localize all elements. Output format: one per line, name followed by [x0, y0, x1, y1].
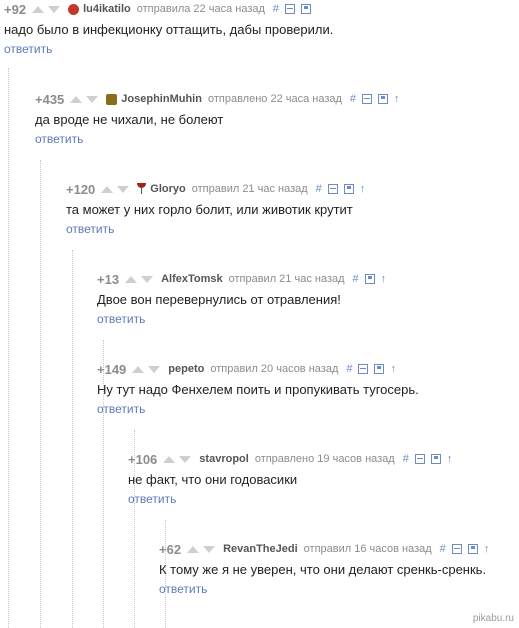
comment-author[interactable]: RevanTheJedi	[223, 543, 298, 555]
downvote-icon[interactable]	[117, 185, 130, 193]
reply-link[interactable]: ответить	[97, 312, 145, 326]
comment-time: отправлено 22 часа назад	[207, 93, 342, 105]
thread-line	[40, 160, 42, 628]
reply-link[interactable]: ответить	[97, 402, 145, 416]
comment-time: отправил 20 часов назад	[210, 363, 339, 375]
upvote-icon[interactable]	[132, 365, 145, 373]
comment-text: та может у них горло болит, или животик …	[66, 202, 353, 217]
comment: +120 Gloryo отправил 21 час назад # ↑ та…	[66, 180, 371, 238]
comment-time: отправил 21 час назад	[228, 273, 345, 285]
thread-line	[8, 68, 10, 628]
comment-author[interactable]: Gloryo	[150, 183, 185, 195]
permalink-icon[interactable]: #	[273, 3, 279, 15]
comment-text: надо было в инфекционку оттащить, дабы п…	[4, 22, 334, 37]
parent-arrow-icon[interactable]: ↑	[360, 183, 366, 195]
comment-author[interactable]: JosephinMuhin	[121, 93, 202, 105]
comment-rating: +106	[128, 451, 158, 467]
wine-glass-icon	[137, 183, 147, 195]
watermark: pikabu.ru	[472, 613, 514, 624]
reply-link[interactable]: ответить	[4, 42, 52, 56]
parent-arrow-icon[interactable]: ↑	[484, 543, 490, 555]
parent-arrow-icon[interactable]: ↑	[381, 273, 387, 285]
upvote-icon[interactable]	[101, 185, 114, 193]
upvote-icon[interactable]	[187, 545, 200, 553]
save-icon[interactable]	[301, 4, 312, 14]
comment-author[interactable]: pepeto	[168, 363, 204, 375]
user-avatar	[68, 3, 80, 15]
collapse-icon[interactable]	[362, 94, 373, 104]
comment-header: +435 JosephinMuhin отправлено 22 часа на…	[35, 90, 406, 108]
collapse-icon[interactable]	[451, 544, 462, 554]
save-icon[interactable]	[467, 544, 478, 554]
downvote-icon[interactable]	[179, 455, 192, 463]
save-icon[interactable]	[374, 364, 385, 374]
parent-arrow-icon[interactable]: ↑	[447, 453, 453, 465]
comment-text: К тому же я не уверен, что они делают ср…	[159, 562, 487, 577]
reply-link[interactable]: ответить	[35, 132, 83, 146]
comment: +435 JosephinMuhin отправлено 22 часа на…	[35, 90, 406, 148]
downvote-icon[interactable]	[148, 365, 161, 373]
save-icon[interactable]	[378, 94, 389, 104]
downvote-icon[interactable]	[203, 545, 216, 553]
comment-text: Двое вон перевернулись от отравления!	[97, 292, 341, 307]
comment-rating: +92	[4, 1, 27, 17]
save-icon[interactable]	[343, 184, 354, 194]
comment-author[interactable]: lu4ikatilo	[83, 3, 131, 15]
comment: +62 RevanTheJedi отправил 16 часов назад…	[159, 540, 495, 598]
comment-text: не факт, что они годовасики	[128, 472, 298, 487]
collapse-icon[interactable]	[327, 184, 338, 194]
comment-time: отправил 21 час назад	[191, 183, 308, 195]
permalink-icon[interactable]: #	[403, 453, 409, 465]
user-avatar	[106, 93, 118, 105]
comment-header: +62 RevanTheJedi отправил 16 часов назад…	[159, 540, 495, 558]
collapse-icon[interactable]	[285, 4, 296, 14]
reply-link[interactable]: ответить	[66, 222, 114, 236]
comment-rating: +120	[66, 181, 96, 197]
comment-time: отправлено 19 часов назад	[254, 453, 395, 465]
save-icon[interactable]	[364, 274, 375, 284]
permalink-icon[interactable]: #	[440, 543, 446, 555]
comment-header: +106 stavropol отправлено 19 часов назад…	[128, 450, 458, 468]
comment: +13 AlfexTomsk отправил 21 час назад # ↑…	[97, 270, 392, 328]
permalink-icon[interactable]: #	[353, 273, 359, 285]
downvote-icon[interactable]	[141, 275, 154, 283]
comment: +92 lu4ikatilo отправила 22 часа назад #…	[4, 0, 333, 58]
collapse-icon[interactable]	[358, 364, 369, 374]
upvote-icon[interactable]	[32, 5, 45, 13]
comment-author[interactable]: stavropol	[199, 453, 249, 465]
comment-header: +120 Gloryo отправил 21 час назад # ↑	[66, 180, 371, 198]
upvote-icon[interactable]	[70, 95, 83, 103]
upvote-icon[interactable]	[163, 455, 176, 463]
permalink-icon[interactable]: #	[316, 183, 322, 195]
upvote-icon[interactable]	[125, 275, 138, 283]
collapse-icon[interactable]	[414, 454, 425, 464]
comment-time: отправил 16 часов назад	[303, 543, 432, 555]
comment-header: +92 lu4ikatilo отправила 22 часа назад #	[4, 0, 333, 18]
downvote-icon[interactable]	[86, 95, 99, 103]
permalink-icon[interactable]: #	[346, 363, 352, 375]
comment-rating: +435	[35, 91, 65, 107]
comment-author[interactable]: AlfexTomsk	[161, 273, 223, 285]
reply-link[interactable]: ответить	[128, 492, 176, 506]
comment-time: отправила 22 часа назад	[136, 3, 265, 15]
thread-line	[72, 250, 74, 628]
comment-text: Ну тут надо Фенхелем поить и пропукивать…	[97, 382, 419, 397]
parent-arrow-icon[interactable]: ↑	[394, 93, 400, 105]
comment-header: +13 AlfexTomsk отправил 21 час назад # ↑	[97, 270, 392, 288]
comment-rating: +149	[97, 361, 127, 377]
comment: +106 stavropol отправлено 19 часов назад…	[128, 450, 458, 508]
parent-arrow-icon[interactable]: ↑	[390, 363, 396, 375]
reply-link[interactable]: ответить	[159, 582, 207, 596]
comment: +149 pepeto отправил 20 часов назад # ↑ …	[97, 360, 419, 418]
comment-rating: +13	[97, 271, 120, 287]
comment-text: да вроде не чихали, не болеют	[35, 112, 224, 127]
permalink-icon[interactable]: #	[350, 93, 356, 105]
downvote-icon[interactable]	[48, 5, 61, 13]
comment-rating: +62	[159, 541, 182, 557]
comment-header: +149 pepeto отправил 20 часов назад # ↑	[97, 360, 419, 378]
save-icon[interactable]	[430, 454, 441, 464]
